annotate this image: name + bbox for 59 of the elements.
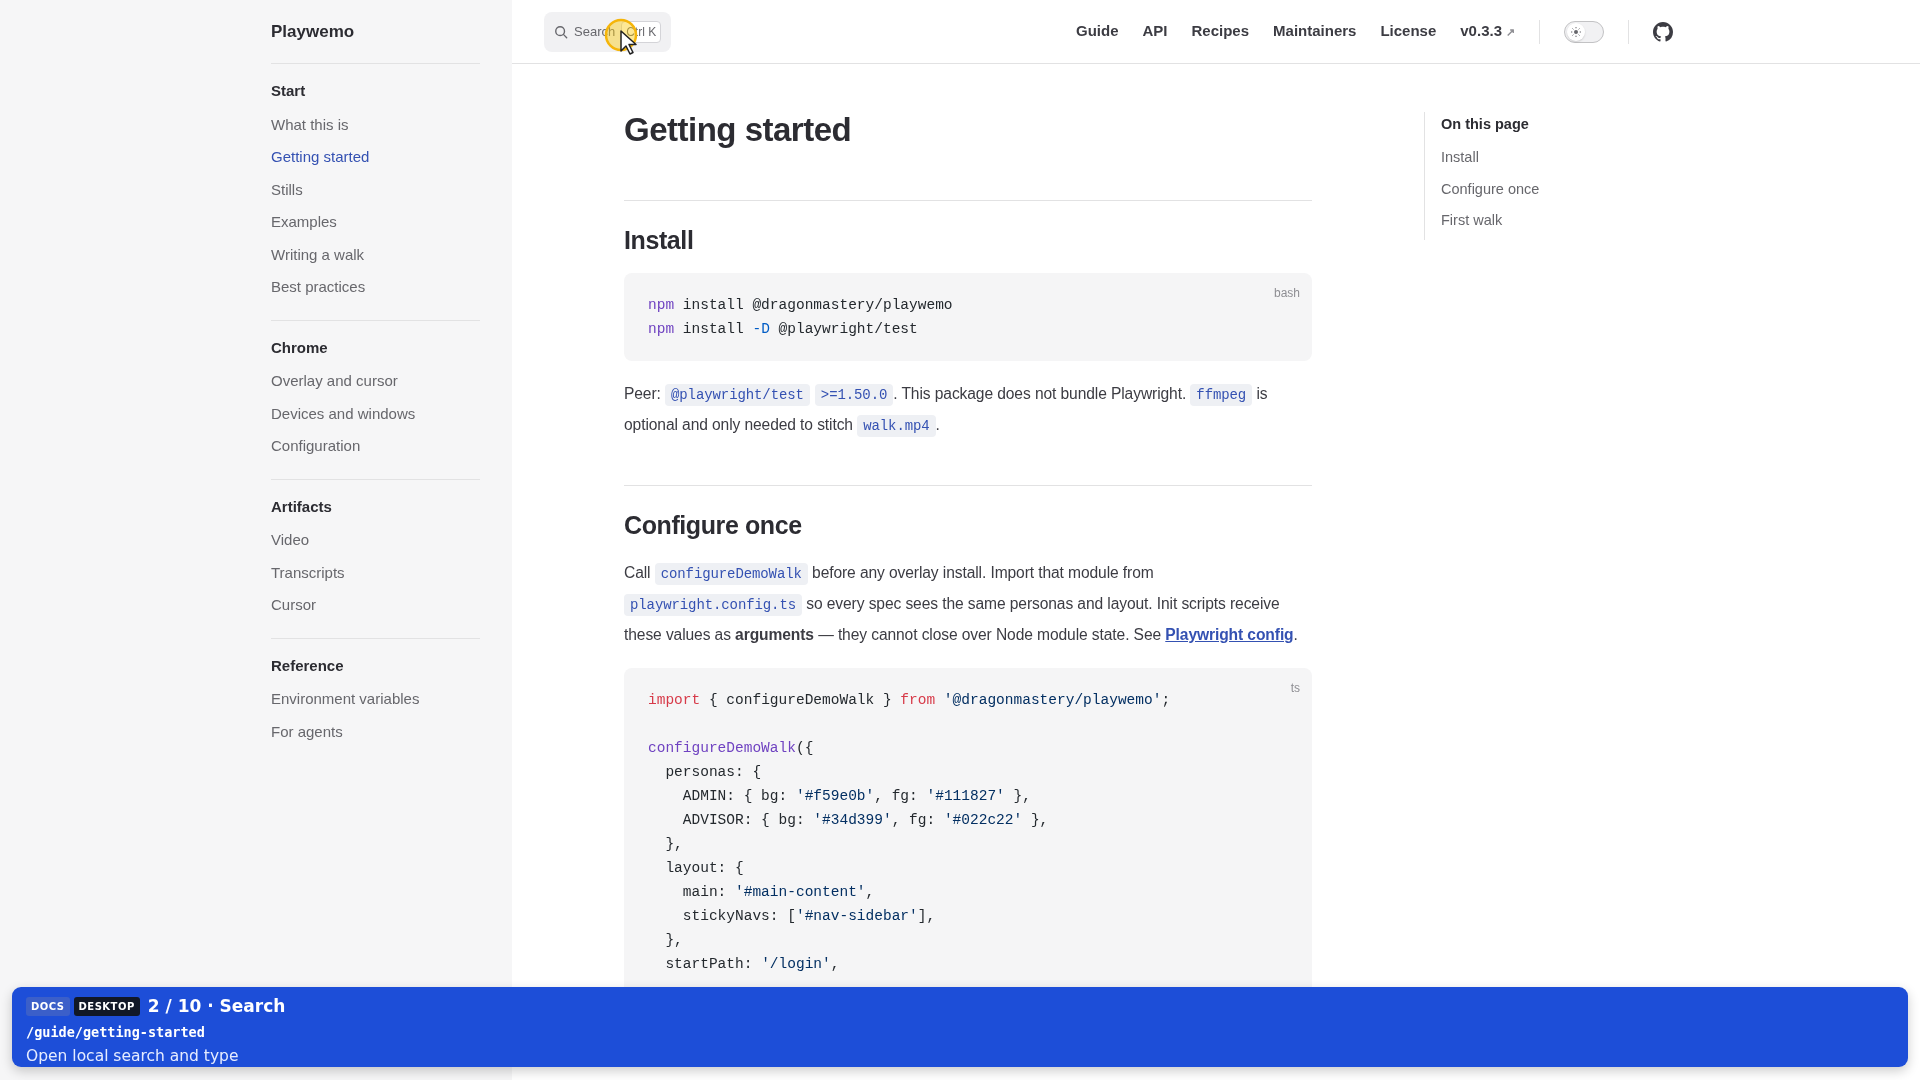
site-logo[interactable]: Playwemo [271,18,355,45]
sidebar-item[interactable]: Writing a walk [271,238,365,271]
nav-link[interactable]: v0.3.3 ↗ [1460,20,1515,43]
nav-link[interactable]: License [1380,20,1437,43]
toc-heading: On this page [1441,115,1529,134]
code-line: layout: { [664,858,744,878]
sidebar-item[interactable]: For agents [271,715,343,748]
toc-link[interactable]: Install [1441,141,1479,174]
code-line: personas: { [664,762,762,782]
paragraph: Call configureDemoWalk before any overlay install. Import that module from playwright.config.ts so every spec sees the same personas and layout. Init scripts receive these values as arguments — they cannot close over Node module state. See Playwright config. [624,561,1299,645]
sidebar-item[interactable]: Devices and windows [271,397,416,430]
code-line: stickyNavs: ['#nav-sidebar'], [681,906,936,926]
code-line: }, [664,834,683,854]
nav-link[interactable]: Maintainers [1273,20,1357,43]
tag: DESKTOP [73,997,140,1017]
paragraph: Peer: @playwright/test >=1.50.0 . This package does not bundle Playwright. ffmpeg is optional and only needed to stitch walk.mp4 . [624,378,1312,441]
sidebar-item[interactable]: Best practices [271,271,366,304]
tag: DOCS [26,997,70,1017]
sidebar-heading: Artifacts [271,496,332,517]
sidebar-item[interactable]: Environment variables [271,683,420,716]
sidebar-item[interactable]: Transcripts [271,556,345,589]
code-line: import { configureDemoWalk } from '@dragonmastery/playwemo'; [648,690,1171,710]
code-line: npm install -D @playwright/test [648,319,918,339]
code-line: startPath: '/login', [664,954,840,974]
section-heading: Configure once [624,484,1312,540]
sidebar-item[interactable]: Cursor [271,589,316,622]
sidebar-heading: Chrome [271,337,328,358]
sidebar-item[interactable]: Stills [271,173,303,206]
github-icon[interactable] [1653,21,1673,42]
code-line: npm install @dragonmastery/playwemo [648,295,953,315]
search-icon [554,24,568,39]
code-line: main: '#main-content', [681,882,875,902]
step-description: Open local search and type [26,1045,239,1067]
page-title: Getting started [624,110,853,150]
sidebar-heading: Start [271,81,306,101]
code-line: configureDemoWalk({ [648,738,814,758]
code-line: ADVISOR: { bg: '#34d399', fg: '#022c22' }, [681,810,1049,830]
sidebar-item[interactable]: Overlay and cursor [271,365,398,398]
route-path: /guide/getting-started [26,1022,205,1042]
sidebar-heading: Reference [271,655,344,676]
code-line: ADMIN: { bg: '#f59e0b', fg: '#111827' }, [681,786,1031,806]
sidebar-item[interactable]: What this is [271,108,349,141]
theme-toggle[interactable] [1564,20,1604,43]
section-heading: Install [624,199,1312,255]
sun-icon [1571,26,1581,37]
sidebar-item[interactable]: Configuration [271,430,361,463]
nav-link[interactable]: Guide [1075,20,1119,43]
code-line: }, [664,930,683,950]
nav-link[interactable]: API [1142,20,1168,43]
sidebar-item[interactable]: Getting started [271,141,370,174]
link[interactable]: Playwright config [1165,625,1294,643]
language-label: ts [1290,679,1300,697]
nav-link[interactable]: Recipes [1191,20,1250,43]
step-title: 2 / 10 · Search [147,995,286,1018]
toc-link[interactable]: Configure once [1441,173,1540,206]
toc-link[interactable]: First walk [1441,205,1503,237]
sidebar-item[interactable]: Video [271,524,310,557]
language-label: bash [1273,284,1300,302]
sidebar-item[interactable]: Examples [271,206,337,239]
